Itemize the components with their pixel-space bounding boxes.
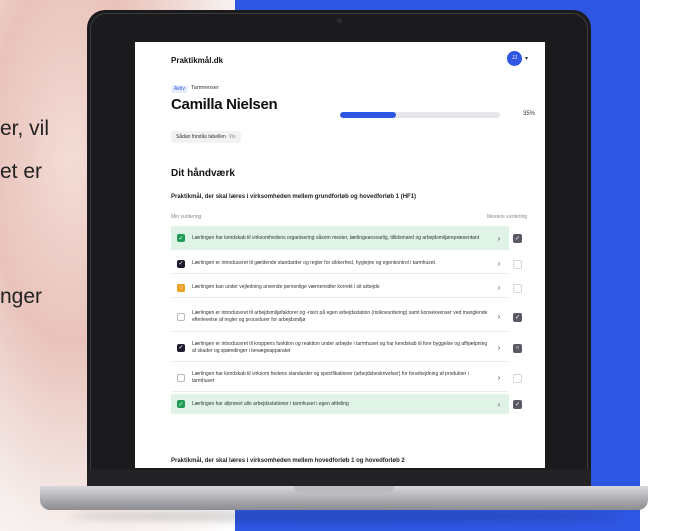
list-item[interactable]: Lærlingen har kendskab til virksom heden… (171, 364, 509, 392)
chevron-right-icon[interactable]: › (489, 234, 509, 243)
left-text-line-3: nger (0, 285, 43, 308)
master-assessment-checkbox[interactable] (513, 283, 522, 293)
background-right-margin (640, 0, 688, 531)
section-subtitle: Praktikmål, der skal læres i virksomhede… (171, 194, 417, 200)
role-label: Tarmrenser (191, 85, 219, 91)
list-item[interactable]: ✓ Lærlingen er introduceret til gældende … (171, 254, 509, 274)
own-assessment-checkbox[interactable]: ✓ (177, 259, 185, 268)
how-to-read-toggle[interactable]: Vis (229, 134, 236, 140)
list-item[interactable]: ✓ Lærlingen har afprøvet alle arbejdsstat… (171, 394, 509, 414)
app-logo[interactable]: Praktikmål.dk (171, 56, 223, 65)
chevron-right-icon[interactable]: › (489, 259, 509, 268)
own-assessment-checkbox[interactable]: ✓ (177, 400, 185, 408)
laptop-notch (294, 486, 394, 494)
laptop-screen: Praktikmål.dk JJ ▾ Aktiv Tarmrenser Cami… (135, 42, 545, 468)
left-text-line-2: et er (0, 160, 43, 183)
goal-text: Lærlingen har afprøvet alle arbejdsstati… (192, 400, 349, 407)
list-item[interactable]: ✓ Lærlingen er introduceret til kroppens … (171, 334, 509, 362)
laptop-shadow (70, 510, 618, 522)
goal-text: Lærlingen er introduceret til arbejdsmil… (192, 310, 488, 323)
chevron-right-icon[interactable]: › (489, 312, 509, 321)
list-item[interactable]: ○ Lærlingen kan under vejledning anvende … (171, 278, 509, 298)
chevron-right-icon[interactable]: › (489, 283, 509, 292)
chevron-right-icon[interactable]: › (489, 343, 509, 352)
chevron-down-icon[interactable]: ▾ (525, 55, 528, 62)
status-badge: Aktiv (171, 85, 188, 93)
how-to-read-label: Sådan forstås tabellen (176, 134, 226, 140)
section-2-title: Praktikmål, der skal læres i virksomhede… (171, 458, 405, 464)
master-assessment-checkbox[interactable]: ✓ (513, 399, 522, 409)
progress-label: 35% (523, 111, 536, 117)
master-assessment-checkbox[interactable]: ✓ (513, 312, 522, 322)
list-item[interactable]: ✓ Lærlingen har kendskab til virksomheden… (171, 226, 509, 250)
master-assessment-checkbox[interactable]: ✓ (513, 233, 522, 243)
own-assessment-checkbox[interactable] (177, 312, 185, 321)
how-to-read-button[interactable]: Sådan forstås tabellen Vis (171, 131, 241, 143)
chevron-right-icon[interactable]: › (489, 373, 509, 382)
list-item[interactable]: Lærlingen er introduceret til arbejdsmil… (171, 302, 509, 332)
goal-text: Lærlingen kan under vejledning anvende p… (192, 284, 380, 291)
column-header-master-assessment: Mesters vurdering (487, 214, 528, 220)
master-assessment-checkbox[interactable] (513, 373, 522, 383)
master-assessment-checkbox[interactable] (513, 259, 522, 269)
goal-text: Lærlingen har kendskab til virksom heden… (192, 371, 469, 384)
own-assessment-checkbox[interactable] (177, 373, 185, 382)
camera-icon (337, 18, 342, 23)
master-assessment-checkbox[interactable]: ○ (513, 343, 522, 353)
progress-bar (340, 112, 500, 118)
section-title: Dit håndværk (171, 168, 235, 179)
goal-text: Lærlingen har kendskab til virksomhedens… (192, 234, 480, 241)
left-text-line-1: er, vil (0, 117, 50, 140)
user-avatar[interactable]: JJ (507, 51, 522, 66)
goal-text: Lærlingen er introduceret til kroppens f… (192, 341, 488, 354)
own-assessment-checkbox[interactable]: ✓ (177, 343, 185, 352)
page-title: Camilla Nielsen (171, 96, 278, 113)
own-assessment-checkbox[interactable]: ○ (177, 283, 185, 292)
progress-bar-fill (340, 112, 396, 118)
chevron-right-icon[interactable]: › (489, 400, 509, 409)
column-header-own-assessment: Min vurdering (171, 214, 202, 220)
goal-text: Lærlingen er introduceret til gældende s… (192, 260, 437, 267)
own-assessment-checkbox[interactable]: ✓ (177, 234, 185, 242)
